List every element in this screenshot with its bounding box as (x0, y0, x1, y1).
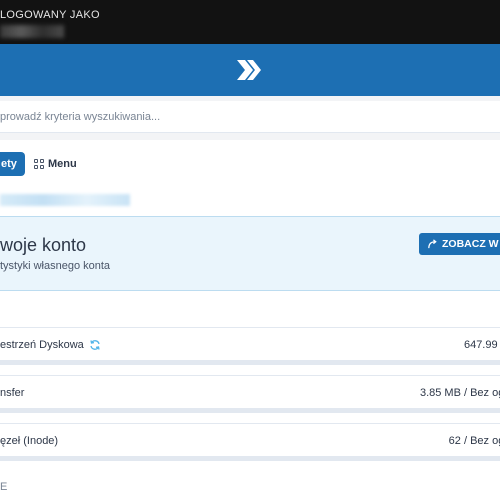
tab-menu-label: Menu (48, 158, 77, 170)
stat-row-disk: estrzeń Dyskowa 647.99 K (0, 327, 500, 361)
stat-label: estrzeń Dyskowa (0, 339, 84, 351)
logo-arrows-icon[interactable] (234, 54, 266, 86)
top-bar: LOGOWANY JAKO (0, 0, 500, 44)
account-title: woje konto (0, 235, 87, 255)
view-account-label: ZOBACZ W (442, 238, 499, 250)
usage-bar-transfer (0, 409, 500, 413)
stat-row-inode: ęzeł (Inode) 62 / Bez ogr (0, 423, 500, 457)
view-account-button[interactable]: ZOBACZ W (419, 233, 500, 255)
account-subtitle: tystyki własnego konta (0, 260, 111, 272)
redacted-account-name (0, 194, 130, 206)
stat-label: nsfer (0, 387, 25, 399)
external-link-icon (428, 238, 437, 248)
usage-bar-inode (0, 457, 500, 461)
section-label: E (0, 481, 8, 493)
redacted-username (0, 25, 64, 38)
stat-value: 62 / Bez ogr (448, 435, 500, 447)
tab-menu[interactable]: Menu (34, 152, 77, 176)
stat-value: 647.99 K (463, 339, 500, 351)
usage-bar-disk (0, 361, 500, 365)
stat-row-transfer: nsfer 3.85 MB / Bez ogr (0, 375, 500, 409)
stat-label: ęzeł (Inode) (0, 435, 59, 447)
tab-widgets[interactable]: ety (0, 152, 25, 176)
logged-in-label: LOGOWANY JAKO (0, 9, 100, 21)
refresh-icon[interactable] (89, 339, 101, 351)
stat-value: 3.85 MB / Bez ogr (419, 387, 500, 399)
grid-icon (34, 159, 44, 169)
search-input[interactable] (0, 101, 500, 133)
